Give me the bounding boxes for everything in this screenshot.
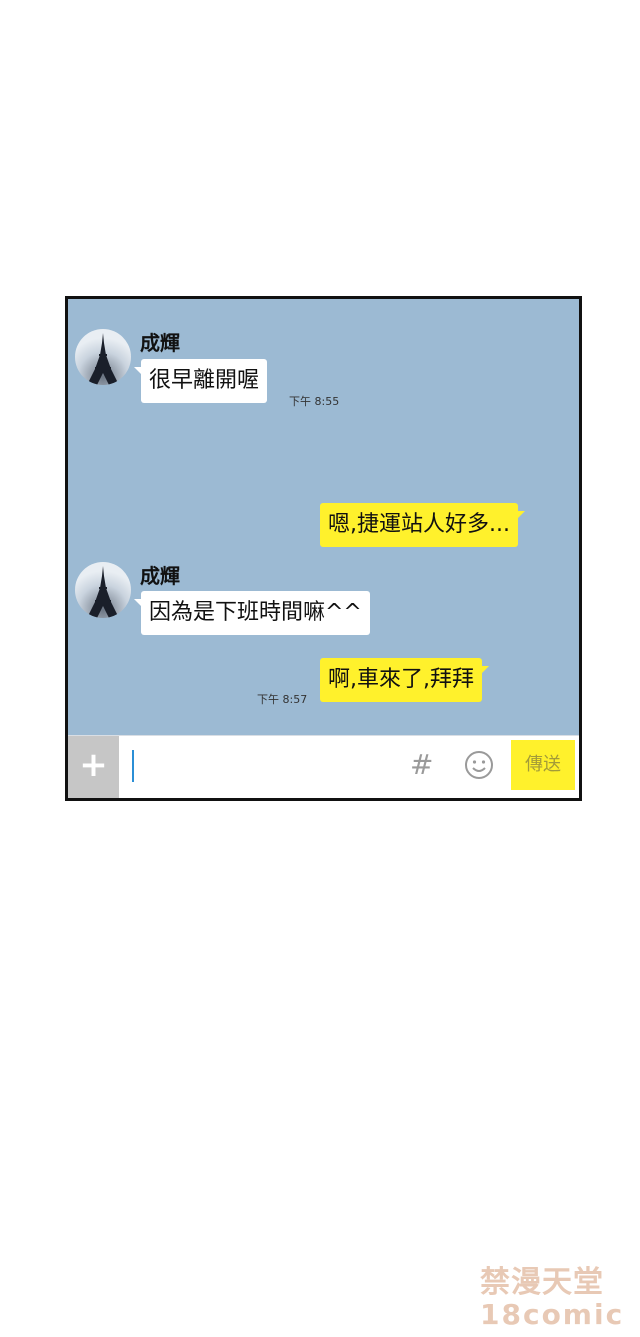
message-timestamp: 下午 8:55: [289, 395, 340, 408]
eiffel-tower-icon: [87, 566, 119, 618]
outgoing-message[interactable]: 啊,車來了,拜拜: [320, 658, 489, 702]
chat-area: 成輝 很早離開喔 下午 8:55 嗯,捷運站人好多... 成輝 因為是下班時間嘛…: [68, 299, 579, 736]
contact-avatar[interactable]: [75, 329, 131, 385]
hash-icon[interactable]: #: [410, 748, 433, 781]
contact-avatar[interactable]: [75, 562, 131, 618]
eiffel-tower-icon: [87, 333, 119, 385]
watermark: 禁漫天堂 18comic: [480, 1266, 636, 1334]
sender-name: 成輝: [140, 564, 180, 588]
message-input-bar: + # 傳送: [68, 735, 579, 798]
plus-icon[interactable]: +: [68, 736, 119, 798]
message-timestamp: 下午 8:57: [257, 693, 308, 706]
send-button[interactable]: 傳送: [511, 740, 575, 790]
incoming-message[interactable]: 因為是下班時間嘛^^: [134, 591, 370, 635]
chat-window: 成輝 很早離開喔 下午 8:55 嗯,捷運站人好多... 成輝 因為是下班時間嘛…: [65, 296, 582, 801]
sender-name: 成輝: [140, 331, 180, 355]
incoming-message[interactable]: 很早離開喔: [133, 359, 268, 403]
text-input-cursor[interactable]: [132, 750, 134, 782]
watermark-line2: 18comic: [480, 1298, 625, 1331]
smiley-icon[interactable]: [464, 750, 494, 780]
watermark-line1: 禁漫天堂: [480, 1265, 604, 1300]
outgoing-message[interactable]: 嗯,捷運站人好多...: [320, 503, 525, 547]
